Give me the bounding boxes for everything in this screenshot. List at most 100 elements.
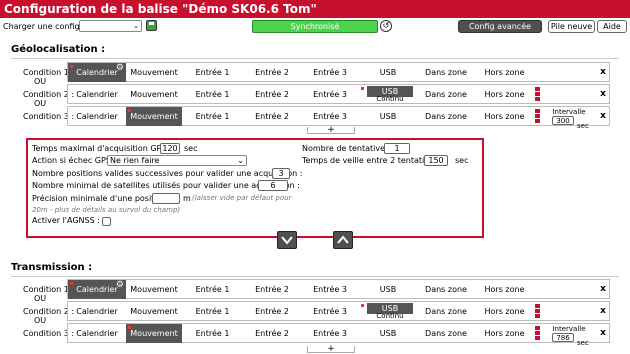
precision-input[interactable] bbox=[152, 193, 180, 204]
condition-option-entrée-3[interactable]: Entrée 3 bbox=[301, 324, 359, 343]
condition-option-entrée-3[interactable]: Entrée 3 bbox=[301, 63, 359, 82]
condition-option-entrée-3[interactable]: Entrée 3 bbox=[301, 280, 359, 299]
intervalle-input[interactable]: 786 bbox=[552, 333, 574, 342]
condition-option-label: USB bbox=[379, 285, 397, 294]
condition-option-entrée-2[interactable]: Entrée 2 bbox=[243, 302, 301, 321]
condition-option-label: Hors zone bbox=[484, 307, 525, 316]
intervalle-input[interactable]: 300 bbox=[552, 116, 574, 125]
close-icon[interactable]: x bbox=[596, 84, 610, 104]
precision-hint: (laisser vide par défaut pour bbox=[192, 194, 292, 202]
state-marker-bar bbox=[535, 119, 540, 123]
nb-satellites-input[interactable]: 6 bbox=[258, 180, 288, 191]
arrow-down-icon[interactable] bbox=[277, 231, 297, 249]
condition-option-label: Calendrier bbox=[76, 307, 118, 316]
condition-option-entrée-1[interactable]: Entrée 1 bbox=[182, 280, 243, 299]
condition-option-label: Entrée 3 bbox=[313, 90, 347, 99]
condition-option-label: Hors zone bbox=[484, 285, 525, 294]
close-icon[interactable]: x bbox=[596, 301, 610, 321]
condition-option-mouvement[interactable]: Mouvement bbox=[126, 302, 182, 321]
condition-option-dans-zone[interactable]: Dans zone bbox=[417, 324, 475, 343]
condition-option-usb[interactable]: USB Continu bbox=[359, 85, 417, 104]
condition-option-usb[interactable]: USB bbox=[359, 280, 417, 299]
condition-option-entrée-3[interactable]: Entrée 3 bbox=[301, 85, 359, 104]
state-marker-bar bbox=[535, 304, 540, 308]
close-icon[interactable]: x bbox=[596, 106, 610, 126]
active-marker bbox=[70, 282, 73, 285]
pile-neuve-button[interactable]: Pile neuve bbox=[548, 20, 595, 33]
state-marker bbox=[534, 303, 541, 321]
condition-option-usb[interactable]: USB Continu bbox=[359, 302, 417, 321]
condition-option-entrée-2[interactable]: Entrée 2 bbox=[243, 107, 301, 126]
condition-option-hors-zone[interactable]: Hors zone bbox=[475, 302, 534, 321]
condition-option-entrée-2[interactable]: Entrée 2 bbox=[243, 280, 301, 299]
condition-option-usb[interactable]: USB bbox=[359, 107, 417, 126]
condition-option-label: Entrée 1 bbox=[195, 90, 230, 99]
condition-option-entrée-1[interactable]: Entrée 1 bbox=[182, 63, 243, 82]
condition-option-dans-zone[interactable]: Dans zone bbox=[417, 63, 475, 82]
config-avancee-button[interactable]: Config avancée bbox=[458, 20, 542, 33]
add-condition-button[interactable]: + bbox=[307, 345, 355, 354]
condition-option-entrée-3[interactable]: Entrée 3 bbox=[301, 107, 359, 126]
condition-option-mouvement[interactable]: Mouvement bbox=[126, 324, 182, 343]
condition-option-calendrier[interactable]: Calendrier bbox=[68, 107, 126, 126]
condition-option-usb[interactable]: USB bbox=[359, 63, 417, 82]
condition-option-usb[interactable]: USB bbox=[359, 324, 417, 343]
agnss-checkbox[interactable] bbox=[102, 217, 111, 226]
condition-option-dans-zone[interactable]: Dans zone bbox=[417, 85, 475, 104]
condition-option-calendrier[interactable]: Calendrier bbox=[68, 324, 126, 343]
state-marker-bar bbox=[535, 87, 540, 91]
condition-option-entrée-2[interactable]: Entrée 2 bbox=[243, 324, 301, 343]
condition-option-hors-zone[interactable]: Hors zone bbox=[475, 280, 534, 299]
state-marker bbox=[534, 108, 541, 126]
condition-option-calendrier[interactable]: Calendrier bbox=[68, 302, 126, 321]
condition-option-entrée-2[interactable]: Entrée 2 bbox=[243, 85, 301, 104]
condition-option-hors-zone[interactable]: Hors zone bbox=[475, 107, 534, 126]
condition-option-label: USB bbox=[379, 329, 397, 338]
action-echec-select[interactable]: Ne rien faire ⌄ bbox=[107, 155, 247, 166]
aide-button[interactable]: Aide bbox=[597, 20, 627, 33]
condition-option-calendrier[interactable]: Calendrier ⚙ bbox=[68, 63, 126, 82]
condition-option-label: Entrée 3 bbox=[313, 285, 347, 294]
temps-veille-input[interactable]: 150 bbox=[424, 155, 448, 166]
condition-extra: Intervalle 300 sec bbox=[534, 107, 596, 130]
gear-icon[interactable]: ⚙ bbox=[116, 276, 124, 295]
condition-row: Condition 2 : OU Calendrier Mouvement Entrée… bbox=[0, 301, 630, 325]
nb-tentatives-input[interactable]: 1 bbox=[384, 143, 410, 154]
condition-option-entrée-2[interactable]: Entrée 2 bbox=[243, 63, 301, 82]
condition-option-mouvement[interactable]: Mouvement bbox=[126, 280, 182, 299]
condition-option-entrée-1[interactable]: Entrée 1 bbox=[182, 302, 243, 321]
temps-max-input[interactable]: 120 bbox=[160, 143, 180, 154]
condition-option-mouvement[interactable]: Mouvement bbox=[126, 107, 182, 126]
condition-option-calendrier[interactable]: Calendrier bbox=[68, 85, 126, 104]
reset-icon[interactable]: ↺ bbox=[380, 20, 392, 32]
gear-icon[interactable]: ⚙ bbox=[116, 59, 124, 78]
condition-option-dans-zone[interactable]: Dans zone bbox=[417, 302, 475, 321]
condition-option-hors-zone[interactable]: Hors zone bbox=[475, 85, 534, 104]
condition-option-hors-zone[interactable]: Hors zone bbox=[475, 63, 534, 82]
sync-status-button[interactable]: Synchronisé bbox=[252, 20, 378, 33]
save-icon[interactable] bbox=[146, 20, 157, 31]
add-condition-button[interactable]: + bbox=[307, 126, 355, 135]
nb-positions-input[interactable]: 3 bbox=[272, 168, 290, 179]
condition-option-dans-zone[interactable]: Dans zone bbox=[417, 280, 475, 299]
chevron-down-icon: ⌄ bbox=[237, 156, 244, 165]
condition-option-mouvement[interactable]: Mouvement bbox=[126, 85, 182, 104]
condition-option-entrée-1[interactable]: Entrée 1 bbox=[182, 85, 243, 104]
state-marker bbox=[534, 325, 541, 343]
close-icon[interactable]: x bbox=[596, 62, 610, 82]
condition-option-entrée-1[interactable]: Entrée 1 bbox=[182, 324, 243, 343]
condition-grid: Calendrier Mouvement Entrée 1 Entrée 2 Entré… bbox=[67, 106, 610, 130]
condition-option-mouvement[interactable]: Mouvement bbox=[126, 63, 182, 82]
close-icon[interactable]: x bbox=[596, 279, 610, 299]
condition-option-hors-zone[interactable]: Hors zone bbox=[475, 324, 534, 343]
condition-option-dans-zone[interactable]: Dans zone bbox=[417, 107, 475, 126]
condition-option-calendrier[interactable]: Calendrier ⚙ bbox=[68, 280, 126, 299]
config-select[interactable]: ⌄ bbox=[79, 20, 142, 32]
condition-option-entrée-3[interactable]: Entrée 3 bbox=[301, 302, 359, 321]
close-icon[interactable]: x bbox=[596, 323, 610, 343]
condition-option-label: Entrée 2 bbox=[255, 112, 289, 121]
continu-label: Continu bbox=[376, 95, 404, 103]
condition-option-entrée-1[interactable]: Entrée 1 bbox=[182, 107, 243, 126]
arrow-up-icon[interactable] bbox=[333, 231, 353, 249]
condition-option-label: Dans zone bbox=[425, 68, 467, 77]
